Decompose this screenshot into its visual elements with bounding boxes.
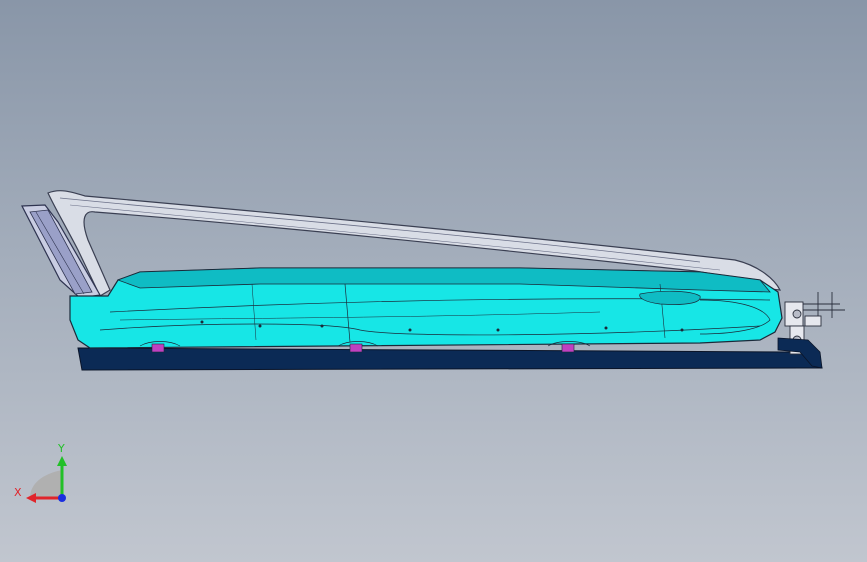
door-model-3d[interactable] — [0, 0, 867, 562]
model-base-panel — [77, 347, 823, 371]
triad-z-axis-icon — [58, 494, 66, 502]
orientation-triad[interactable]: X Y — [10, 440, 80, 510]
cad-viewport[interactable]: X Y — [0, 0, 867, 562]
triad-x-label: X — [14, 486, 22, 499]
triad-y-arrow-icon — [57, 456, 67, 466]
triad-y-label: Y — [57, 442, 65, 455]
